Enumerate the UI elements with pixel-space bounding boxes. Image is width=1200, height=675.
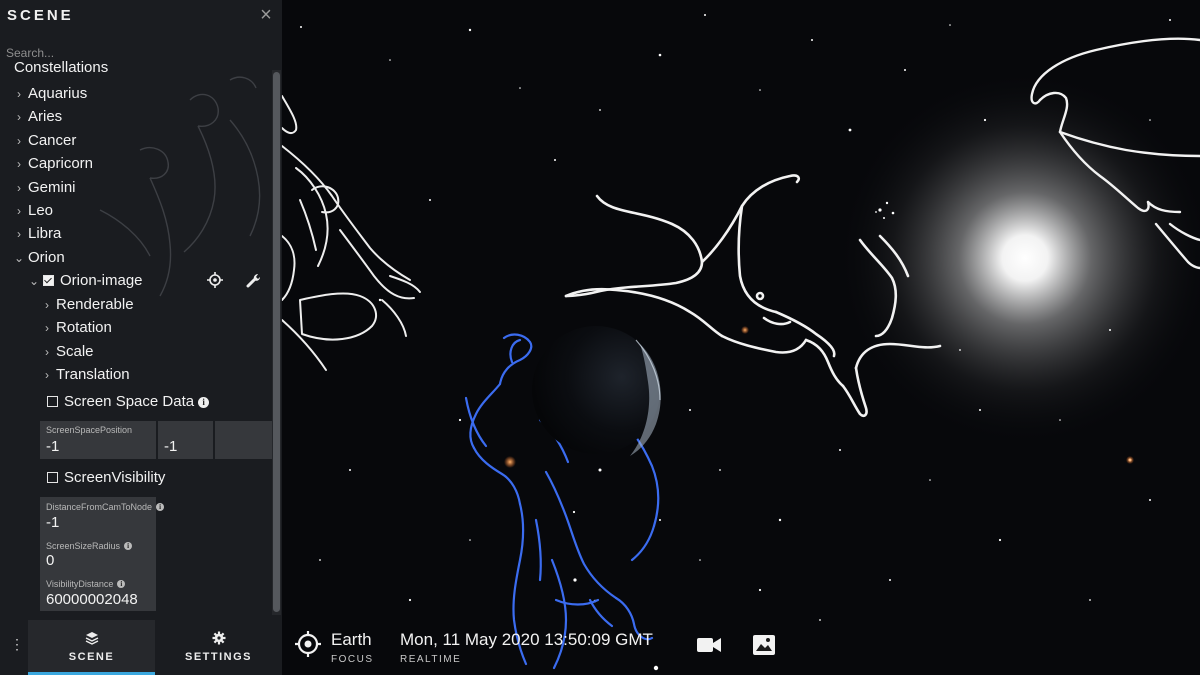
crosshair-icon[interactable] (294, 630, 322, 658)
tree-item-leo[interactable]: › Leo (14, 200, 53, 222)
chevron-down-icon: ⌄ (14, 251, 25, 265)
property-label: ScreenSpacePosition (46, 425, 133, 435)
tab-label: SCENE (68, 651, 115, 663)
enabled-checkbox[interactable] (43, 275, 54, 286)
tree-item-label: Libra (28, 225, 62, 242)
scene-panel: SCENE × Constellations ›Aquarius ›Aries … (0, 0, 282, 675)
chevron-right-icon: › (17, 87, 21, 101)
tab-scene[interactable]: SCENE (28, 620, 155, 675)
radius-label: ScreenSizeRadius i (46, 541, 133, 551)
time-mode-label: REALTIME (400, 654, 462, 665)
tree-item-libra[interactable]: › Libra (14, 223, 61, 245)
screen-visibility-checkbox[interactable] (47, 472, 58, 483)
tree-item-gemini[interactable]: › Gemini (14, 177, 76, 199)
tree-item-cancer[interactable]: › Cancer (14, 130, 76, 152)
screen-space-data-toggle[interactable]: Screen Space Data i (47, 391, 210, 413)
tree-item-label: Orion (28, 249, 65, 266)
property-box-empty (215, 421, 272, 459)
chevron-down-icon: ⌄ (29, 274, 40, 288)
betelgeuse-star (504, 456, 516, 468)
property-value: -1 (46, 438, 60, 455)
tree-group-label: Constellations (14, 60, 109, 76)
panel-title: SCENE (7, 7, 74, 24)
tree-item-label: Translation (56, 366, 130, 383)
chevron-right-icon: › (17, 134, 21, 148)
tab-label: SETTINGS (184, 651, 252, 663)
info-icon[interactable]: i (117, 580, 126, 588)
screen-space-checkbox[interactable] (47, 396, 58, 407)
visibility-label: VisibilityDistance i (46, 579, 126, 589)
tree-item-label: Aries (28, 108, 63, 125)
screen-visibility-toggle[interactable]: ScreenVisibility (47, 467, 165, 489)
chevron-right-icon: › (17, 204, 21, 218)
screen-space-position-x[interactable]: ScreenSpacePosition -1 (40, 421, 156, 459)
tree-item-label: Cancer (28, 132, 77, 149)
tree-item-orion[interactable]: ⌄ Orion (14, 247, 65, 269)
tree-item-label: Gemini (28, 179, 76, 196)
scrollbar-thumb[interactable] (273, 72, 280, 612)
image-icon[interactable] (752, 633, 776, 657)
chevron-right-icon: › (17, 110, 21, 124)
gear-icon (212, 631, 225, 645)
distance-label: DistanceFromCamToNode i (46, 502, 165, 512)
info-icon[interactable]: i (156, 503, 165, 511)
chevron-right-icon: › (17, 157, 21, 171)
screen-visibility-label: ScreenVisibility (64, 469, 166, 486)
radius-value: 0 (46, 552, 55, 569)
property-value: -1 (164, 438, 178, 455)
tree-item-label: Capricorn (28, 155, 94, 172)
tree-group-constellations[interactable]: Constellations (14, 60, 108, 79)
vertical-dots-icon[interactable]: ⋮ (10, 636, 24, 656)
orange-star (1126, 456, 1134, 464)
time-display[interactable]: Mon, 11 May 2020 13:50:09 GMT (400, 630, 653, 650)
info-icon[interactable]: i (198, 397, 210, 408)
tree-item-label: Leo (28, 202, 54, 219)
panel-header: SCENE × (0, 0, 282, 36)
tab-settings[interactable]: SETTINGS (155, 620, 282, 675)
wrench-icon[interactable] (245, 272, 261, 288)
chevron-right-icon: › (17, 227, 21, 241)
tree-item-renderable[interactable]: › Renderable (42, 294, 134, 316)
tree-item-aquarius[interactable]: › Aquarius (14, 83, 87, 105)
tree-item-label: Rotation (56, 319, 112, 336)
chevron-right-icon: › (45, 345, 49, 359)
tree-item-label: Aquarius (28, 85, 88, 102)
visibility-value: 60000002048 (46, 591, 138, 608)
tree-item-label: Scale (56, 343, 94, 360)
focus-name[interactable]: Earth (331, 630, 372, 650)
tree-node-orion-image[interactable]: ⌄ Orion-image (29, 270, 143, 292)
tree-item-scale[interactable]: › Scale (42, 341, 94, 363)
info-icon[interactable]: i (124, 542, 133, 550)
screen-space-position-y[interactable]: -1 (158, 421, 213, 459)
tree-item-translation[interactable]: › Translation (42, 364, 130, 386)
focus-label: FOCUS (331, 654, 374, 665)
distance-value: -1 (46, 514, 60, 531)
chevron-right-icon: › (45, 321, 49, 335)
sun-glow (835, 68, 1200, 448)
tree-item-rotation[interactable]: › Rotation (42, 317, 112, 339)
tree-item-aries[interactable]: › Aries (14, 106, 62, 128)
close-icon[interactable]: × (258, 5, 274, 25)
chevron-right-icon: › (45, 298, 49, 312)
chevron-right-icon: › (17, 181, 21, 195)
tree-item-label: Renderable (56, 296, 134, 313)
scene-tree: Constellations › Aquarius › Aries › Cancer … (0, 60, 272, 618)
screen-space-label: Screen Space Data (64, 393, 195, 410)
screen-visibility-properties: DistanceFromCamToNode i -1 ScreenSizeRadi… (40, 497, 165, 611)
tree-item-capricorn[interactable]: › Capricorn (14, 153, 93, 175)
aldebaran-star (741, 326, 749, 334)
chevron-right-icon: › (45, 368, 49, 382)
layers-icon (85, 632, 98, 645)
tree-node-label: Orion-image (60, 272, 143, 289)
target-icon[interactable] (207, 272, 223, 288)
video-camera-icon[interactable] (696, 634, 722, 656)
